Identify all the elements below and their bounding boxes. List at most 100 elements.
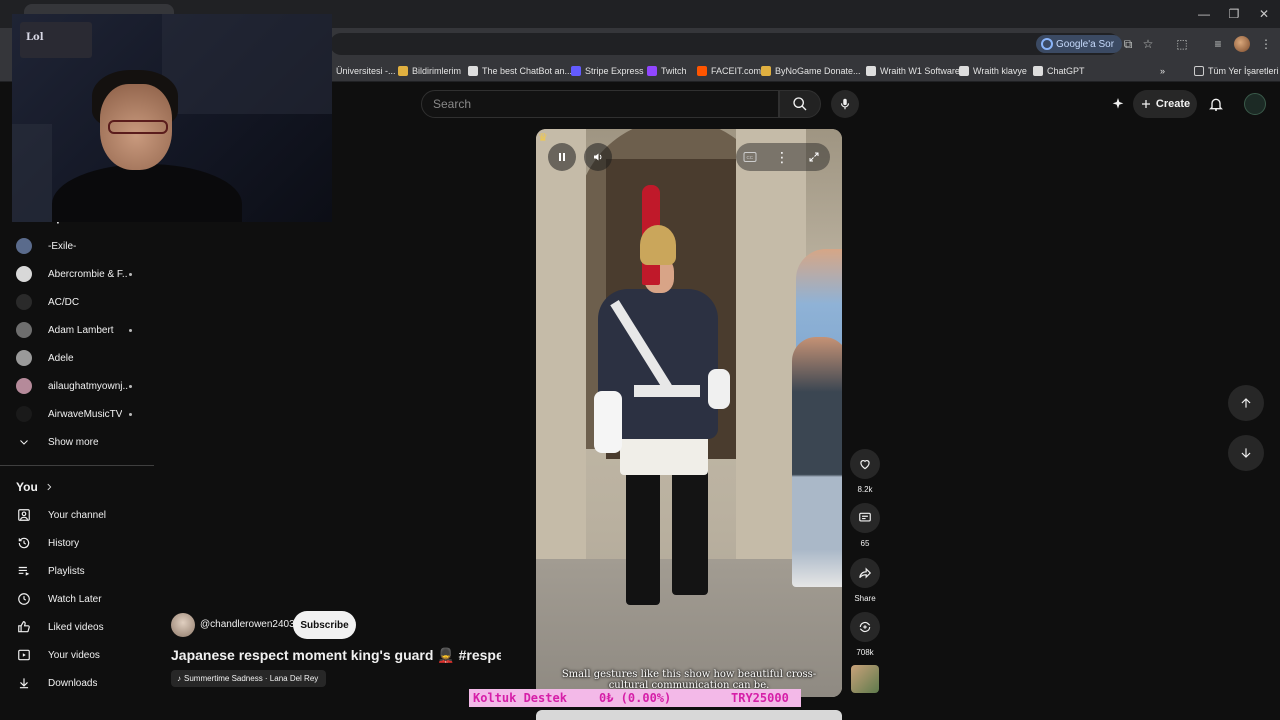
channel-name[interactable]: @chandlerowen2403 bbox=[200, 619, 295, 630]
bookmark-label: ByNoGame Donate... bbox=[775, 66, 861, 76]
show-more-button[interactable]: Show more bbox=[0, 428, 154, 456]
close-icon[interactable]: ✕ bbox=[1250, 4, 1278, 24]
subscription-item[interactable]: AirwaveMusicTV bbox=[0, 400, 154, 428]
volume-button[interactable] bbox=[584, 143, 612, 171]
bookmark-favicon-icon bbox=[571, 66, 581, 76]
you-item[interactable]: History bbox=[0, 529, 154, 557]
expand-icon bbox=[809, 152, 819, 162]
subscription-label: Adele bbox=[48, 352, 74, 364]
bookmark-item[interactable]: Wraith klavye bbox=[959, 64, 1027, 78]
guard-boot-right bbox=[672, 465, 708, 595]
subscription-item[interactable]: Abercrombie & F... bbox=[0, 260, 154, 288]
more-menu-icon[interactable]: ⋮ bbox=[1258, 36, 1274, 52]
pause-button[interactable] bbox=[548, 143, 576, 171]
plus-icon bbox=[1141, 100, 1150, 108]
history-icon bbox=[16, 535, 32, 551]
bookmark-label: Wraith klavye bbox=[973, 66, 1027, 76]
captions-button[interactable]: CC bbox=[736, 143, 764, 171]
bookmark-item[interactable]: Bildirimlerim bbox=[398, 64, 461, 78]
sidebar-divider bbox=[0, 465, 154, 466]
install-app-icon[interactable]: ⧉ bbox=[1120, 36, 1136, 52]
bookmark-label: ChatGPT bbox=[1047, 66, 1085, 76]
new-content-dot bbox=[129, 328, 132, 332]
you-item[interactable]: Downloads bbox=[0, 669, 154, 697]
remix-button[interactable] bbox=[850, 612, 880, 642]
media-controls-icon[interactable]: ≡ bbox=[1210, 36, 1226, 52]
bookmark-item[interactable]: ByNoGame Donate... bbox=[761, 64, 861, 78]
google-ask-label: Google'a Sor bbox=[1056, 38, 1115, 50]
you-item-label: Your videos bbox=[48, 649, 100, 661]
clock-icon bbox=[16, 591, 32, 607]
extensions-icon[interactable]: ⬚ bbox=[1174, 36, 1190, 52]
account-avatar[interactable] bbox=[1244, 93, 1266, 115]
audio-thumbnail[interactable] bbox=[851, 665, 879, 693]
fullscreen-button[interactable] bbox=[800, 143, 828, 171]
you-item-label: Your channel bbox=[48, 509, 107, 521]
bookmark-item[interactable]: Twitch bbox=[647, 64, 687, 78]
video-more-button[interactable]: ⋮ bbox=[768, 143, 796, 171]
next-short-preview[interactable] bbox=[536, 710, 842, 720]
create-label: Create bbox=[1155, 98, 1191, 110]
subscription-item[interactable]: Adam Lambert bbox=[0, 316, 154, 344]
subscription-item[interactable]: ailaughatmyownj... bbox=[0, 372, 154, 400]
like-button[interactable] bbox=[850, 449, 880, 479]
you-item[interactable]: Your videos bbox=[0, 641, 154, 669]
you-item[interactable]: Liked videos bbox=[0, 613, 154, 641]
short-title[interactable]: Japanese respect moment king's guard 💂 #… bbox=[171, 647, 501, 664]
bookmark-item[interactable]: The best ChatBot an... bbox=[468, 64, 572, 78]
minimize-icon[interactable]: — bbox=[1190, 4, 1218, 24]
subscription-label: Adam Lambert bbox=[48, 324, 114, 336]
channel-avatar-image bbox=[16, 238, 32, 254]
profile-avatar[interactable] bbox=[1234, 36, 1250, 52]
search-input[interactable]: Search bbox=[421, 90, 779, 118]
you-item-label: Downloads bbox=[48, 677, 98, 689]
restore-icon[interactable]: ❐ bbox=[1220, 4, 1248, 24]
you-section-heading[interactable]: You bbox=[16, 480, 54, 494]
bookmark-item[interactable]: Wraith W1 Software bbox=[866, 64, 960, 78]
bookmark-item[interactable]: ChatGPT bbox=[1033, 64, 1085, 78]
bookmarks-overflow-button[interactable]: » bbox=[1160, 64, 1165, 78]
channel-avatar-image bbox=[16, 406, 32, 422]
share-button[interactable] bbox=[850, 558, 880, 588]
you-item[interactable]: Your channel bbox=[0, 501, 154, 529]
create-button[interactable]: Create bbox=[1133, 90, 1197, 118]
ticker-goal: TRY25000 bbox=[731, 691, 789, 705]
audio-chip[interactable]: ♪ Summertime Sadness · Lana Del Rey bbox=[171, 670, 327, 687]
google-ask-button[interactable]: Google'a Sor bbox=[1036, 35, 1123, 53]
comments-button[interactable] bbox=[850, 503, 880, 533]
short-video-player[interactable]: ♛ CC ⋮ Small gestures like this show how… bbox=[536, 129, 842, 697]
webcam-glasses bbox=[108, 120, 168, 134]
channel-avatar-image bbox=[16, 294, 32, 310]
all-bookmarks-folder[interactable]: Tüm Yer İşaretleri bbox=[1194, 64, 1279, 78]
channel-avatar[interactable] bbox=[171, 613, 195, 637]
subscription-item[interactable]: AC/DC bbox=[0, 288, 154, 316]
you-item[interactable]: Playlists bbox=[0, 557, 154, 585]
bookmark-item[interactable]: Stripe Express bbox=[571, 64, 644, 78]
bookmark-favicon-icon bbox=[398, 66, 408, 76]
you-item-label: Playlists bbox=[48, 565, 85, 577]
next-short-button[interactable] bbox=[1228, 435, 1264, 471]
bookmark-label: Üniversitesi -... bbox=[336, 66, 396, 76]
notifications-bell-icon[interactable] bbox=[1206, 94, 1226, 114]
voice-search-button[interactable] bbox=[831, 90, 859, 118]
channel-avatar bbox=[16, 322, 32, 338]
guard-boot-left bbox=[626, 465, 660, 605]
bookmark-item[interactable]: FACEIT.com bbox=[697, 64, 761, 78]
video-caption: Small gestures like this show how beauti… bbox=[561, 669, 817, 691]
subscribe-button[interactable]: Subscribe bbox=[293, 611, 356, 639]
subscription-item[interactable]: -Exile- bbox=[0, 232, 154, 260]
play-square-icon bbox=[16, 647, 32, 663]
bookmark-item[interactable]: Üniversitesi -... bbox=[322, 64, 396, 78]
bookmark-favicon-icon bbox=[761, 66, 771, 76]
subscription-item[interactable]: Adele bbox=[0, 344, 154, 372]
address-bar[interactable] bbox=[330, 33, 1120, 55]
you-item[interactable]: Watch Later bbox=[0, 585, 154, 613]
bookmark-star-icon[interactable]: ☆ bbox=[1140, 36, 1156, 52]
channel-avatar bbox=[16, 238, 32, 254]
channel-avatar bbox=[16, 350, 32, 366]
previous-short-button[interactable] bbox=[1228, 385, 1264, 421]
search-button[interactable] bbox=[779, 90, 821, 118]
ai-sparkle-icon[interactable] bbox=[1108, 94, 1128, 114]
playlists-icon bbox=[16, 563, 32, 579]
volume-icon bbox=[594, 153, 602, 161]
